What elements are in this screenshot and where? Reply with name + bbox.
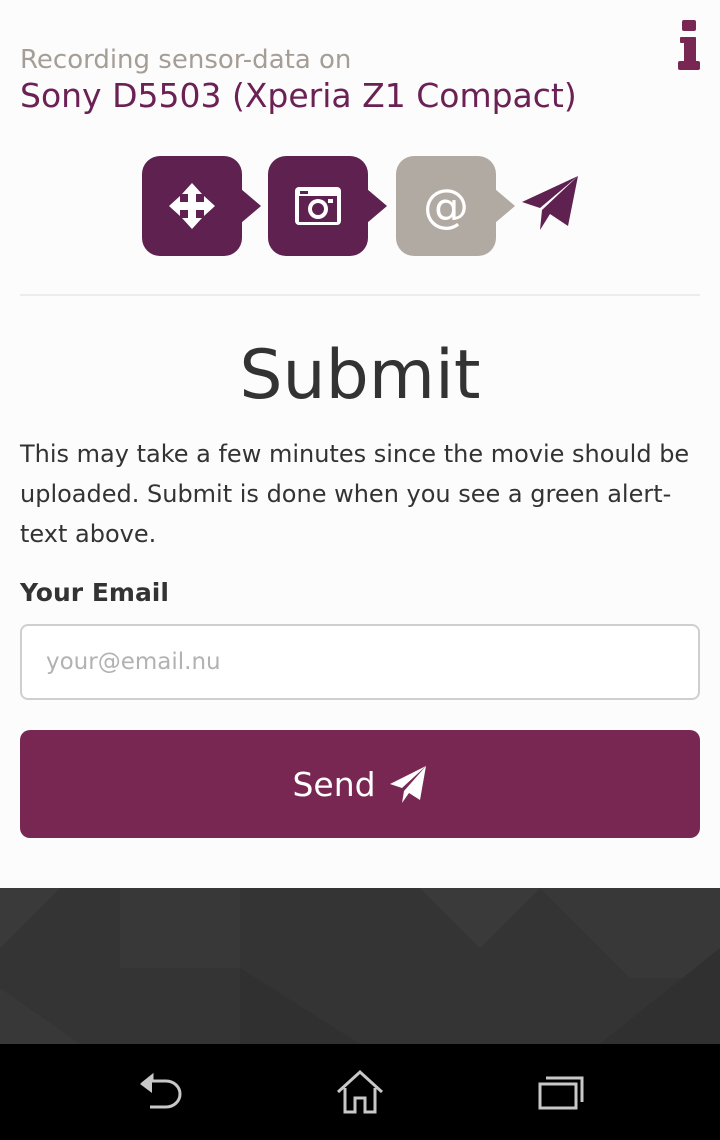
step-sensor[interactable] xyxy=(142,156,262,256)
svg-text:@: @ xyxy=(423,179,469,233)
progress-steps: @ xyxy=(0,150,720,262)
back-icon[interactable] xyxy=(130,1064,190,1120)
home-icon[interactable] xyxy=(330,1064,390,1120)
system-navbar xyxy=(0,1044,720,1140)
step-camera[interactable] xyxy=(268,156,388,256)
paper-plane-icon xyxy=(389,766,426,803)
camera-icon xyxy=(295,187,341,225)
recording-label: Recording sensor-data on xyxy=(20,45,352,75)
paper-plane-icon[interactable] xyxy=(520,170,580,234)
step-email[interactable]: @ xyxy=(396,156,516,256)
move-arrows-icon xyxy=(169,183,215,229)
divider xyxy=(20,294,700,296)
page-title: Submit xyxy=(239,336,481,415)
at-sign-icon: @ xyxy=(423,179,469,233)
info-icon[interactable] xyxy=(676,18,702,72)
description-text: This may take a few minutes since the mo… xyxy=(20,440,690,548)
background-pattern xyxy=(0,888,720,1044)
send-button[interactable]: Send xyxy=(20,730,700,838)
email-field[interactable] xyxy=(20,624,700,700)
device-name: Sony D5503 (Xperia Z1 Compact) xyxy=(20,76,577,115)
recent-apps-icon[interactable] xyxy=(530,1064,590,1120)
footer-pattern xyxy=(0,888,720,1044)
send-label: Send xyxy=(292,764,376,804)
email-label: Your Email xyxy=(20,578,169,607)
